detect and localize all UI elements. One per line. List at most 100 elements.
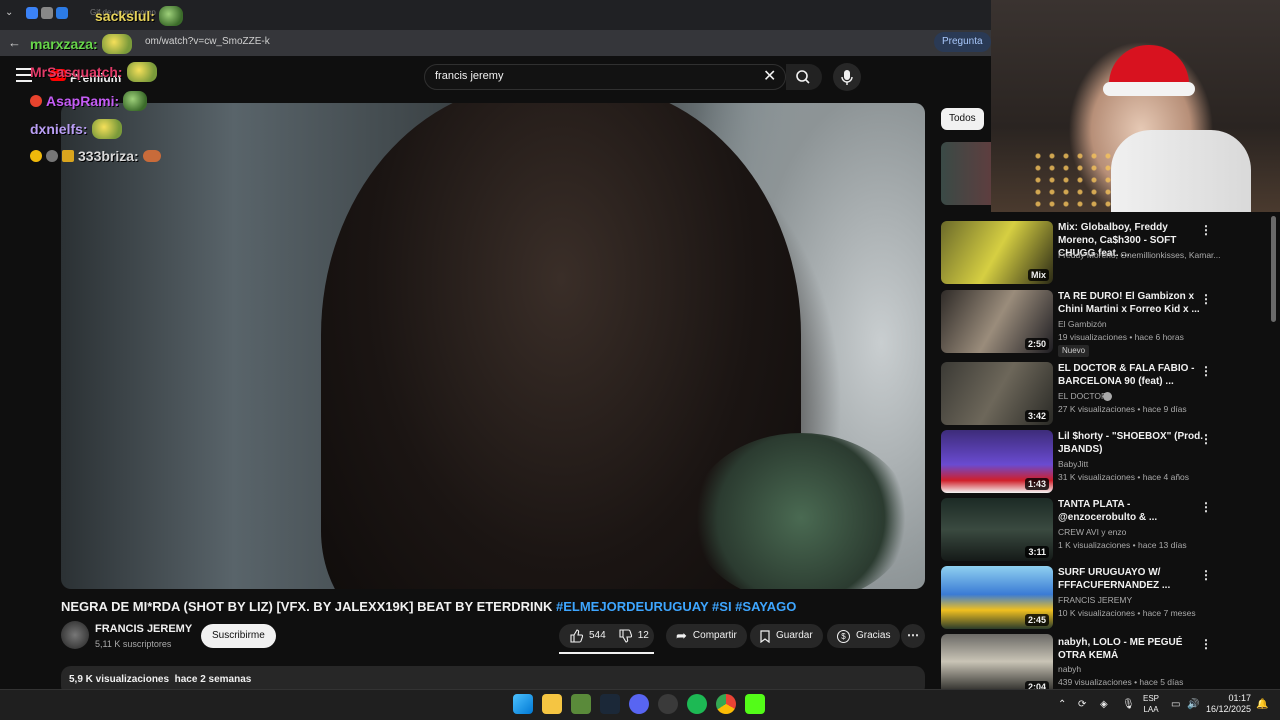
save-button[interactable]: Guardar [750,624,823,648]
more-options-icon[interactable]: ⋮ [1200,500,1212,514]
chat-emote-icon [91,119,122,139]
mix-badge: Mix [1027,269,1049,281]
steam-icon[interactable] [600,694,620,714]
file-explorer-icon[interactable] [542,694,562,714]
more-options-icon[interactable]: ⋮ [1200,364,1212,378]
more-options-icon[interactable]: ⋮ [1200,637,1212,651]
video-hashtags[interactable]: #ELMEJORDEURUGUAY #SI #SAYAGO [556,599,796,614]
taskbar-apps [513,694,765,714]
share-icon: ➦ [676,628,687,643]
tray-overflow-icon[interactable]: ⌃ [1058,699,1066,710]
more-options-icon[interactable]: ⋮ [1200,568,1212,582]
network-app-icon[interactable]: ◈ [1100,699,1108,710]
thanks-button[interactable]: $ Gracias [827,624,901,648]
more-actions-icon[interactable]: ⋯ [901,624,925,648]
back-icon[interactable]: ← [8,35,21,50]
sync-icon[interactable]: ⟳ [1078,699,1086,710]
url-text[interactable]: om/watch?v=cw_SmoZZE-k [145,36,270,47]
view-count: 5,9 K visualizaciones [69,674,170,685]
related-title[interactable]: SURF URUGUAYO W/ FFFACUFERNANDEZ ... [1058,566,1208,592]
system-clock[interactable]: 01:17 16/12/2025 [1206,693,1251,715]
verified-icon [1103,392,1112,401]
tab-icon[interactable] [26,7,38,19]
chat-emote-icon [126,62,157,82]
like-ratio-bar [559,652,654,654]
related-title[interactable]: TA RE DURO! El Gambizon x Chini Martini … [1058,290,1208,316]
search-icon [796,70,810,84]
more-options-icon[interactable]: ⋮ [1200,223,1212,237]
mic-tray-icon[interactable]: 🎙 [1122,699,1135,710]
dislike-button[interactable]: 12 [618,624,649,648]
search-button[interactable] [786,64,822,90]
duration-badge: 3:42 [1024,410,1049,422]
like-button[interactable]: 544 [569,624,606,648]
related-channel[interactable]: CREW AVI y enzo [1058,527,1126,537]
keyboard-layout: LAA [1143,705,1159,714]
sidebar-scrollbar[interactable] [1271,216,1276,322]
tab-icon[interactable] [56,7,68,19]
filter-chip-all[interactable]: Todos [941,108,984,130]
video-thumbnail[interactable]: 3:42 [941,362,1053,425]
video-thumbnail[interactable]: 2:45 [941,566,1053,629]
related-meta: 439 visualizaciones • hace 5 días [1058,677,1184,687]
chat-message: AsapRami: [30,91,148,111]
thumbs-down-icon [619,629,632,643]
ask-button[interactable]: Pregunta [934,32,991,52]
duration-badge: 3:11 [1025,546,1049,558]
spotify-icon[interactable] [687,694,707,714]
video-player[interactable] [61,103,925,589]
chat-emote-icon [123,91,148,111]
share-button[interactable]: ➦ Compartir [666,624,747,648]
video-thumbnail[interactable]: 2:50 [941,290,1053,353]
volume-icon[interactable]: 🔊 [1187,699,1199,710]
tab-icon[interactable] [41,7,53,19]
chat-username: sackslul: [95,8,155,24]
start-icon[interactable] [513,694,533,714]
video-thumbnail[interactable]: 3:11 [941,498,1053,561]
related-title[interactable]: EL DOCTOR & FALA FABIO - BARCELONA 90 (f… [1058,362,1208,388]
discord-icon[interactable] [629,694,649,714]
more-options-icon[interactable]: ⋮ [1200,432,1212,446]
publish-date: hace 2 semanas [174,674,252,685]
kick-icon[interactable] [745,694,765,714]
chrome-icon[interactable] [716,694,736,714]
related-title[interactable]: TANTA PLATA - @enzocerobulto & ... [1058,498,1208,524]
related-channel[interactable]: nabyh [1058,664,1081,674]
video-title-text: NEGRA DE MI*RDA (SHOT BY LIZ) [VFX. BY J… [61,599,557,614]
related-meta: 27 K visualizaciones • hace 9 días [1058,404,1187,414]
related-channel[interactable]: Freddy Moreno, Onemillionkisses, Kamar..… [1058,250,1221,260]
notification-icon[interactable]: 🔔 [1256,699,1268,710]
channel-name[interactable]: FRANCIS JEREMY [95,623,192,635]
clock-date: 16/12/2025 [1206,704,1252,714]
related-channel[interactable]: EL DOCTOR [1058,391,1107,401]
like-dislike-group: 544 12 [559,624,654,648]
chat-message: MrSasquatch: [30,62,157,82]
language-indicator[interactable]: ESP LAA [1143,693,1159,715]
channel-avatar[interactable] [61,621,89,649]
tab-list-chevron-icon[interactable]: ⌄ [5,7,13,18]
obs-icon[interactable] [658,694,678,714]
minecraft-icon[interactable] [571,694,591,714]
video-thumbnail[interactable]: 1:43 [941,430,1053,493]
video-thumbnail[interactable]: 2:04 [941,634,1053,689]
related-title[interactable]: Lil $horty - "SHOEBOX" (Prod. JBANDS) [1058,430,1208,456]
chat-username: 333briza: [78,148,139,164]
microphone-icon [841,70,853,85]
webcam-subject-shirt [1111,130,1251,212]
related-channel[interactable]: FRANCIS JEREMY [1058,595,1132,605]
thumbs-up-icon [570,629,583,643]
voice-search-button[interactable] [833,63,861,91]
related-channel[interactable]: El Gambizón [1058,319,1107,329]
clear-search-icon[interactable]: ✕ [763,66,776,86]
subscribe-button[interactable]: Suscribirme [201,624,276,648]
new-badge: Nuevo [1058,345,1090,357]
chat-message: marxzaza: [30,34,132,54]
related-title[interactable]: nabyh, LOLO - ME PEGUÉ OTRA KEMÁ [1058,636,1208,662]
related-meta: 31 K visualizaciones • hace 4 años [1058,472,1190,482]
related-channel[interactable]: BabyJitt [1058,459,1088,469]
more-options-icon[interactable]: ⋮ [1200,292,1212,306]
related-meta: 19 visualizaciones • hace 6 horas [1058,332,1184,342]
video-thumbnail[interactable]: Mix [941,221,1053,284]
chat-emote-icon [142,150,161,162]
monitor-icon[interactable]: ▭ [1171,699,1180,710]
